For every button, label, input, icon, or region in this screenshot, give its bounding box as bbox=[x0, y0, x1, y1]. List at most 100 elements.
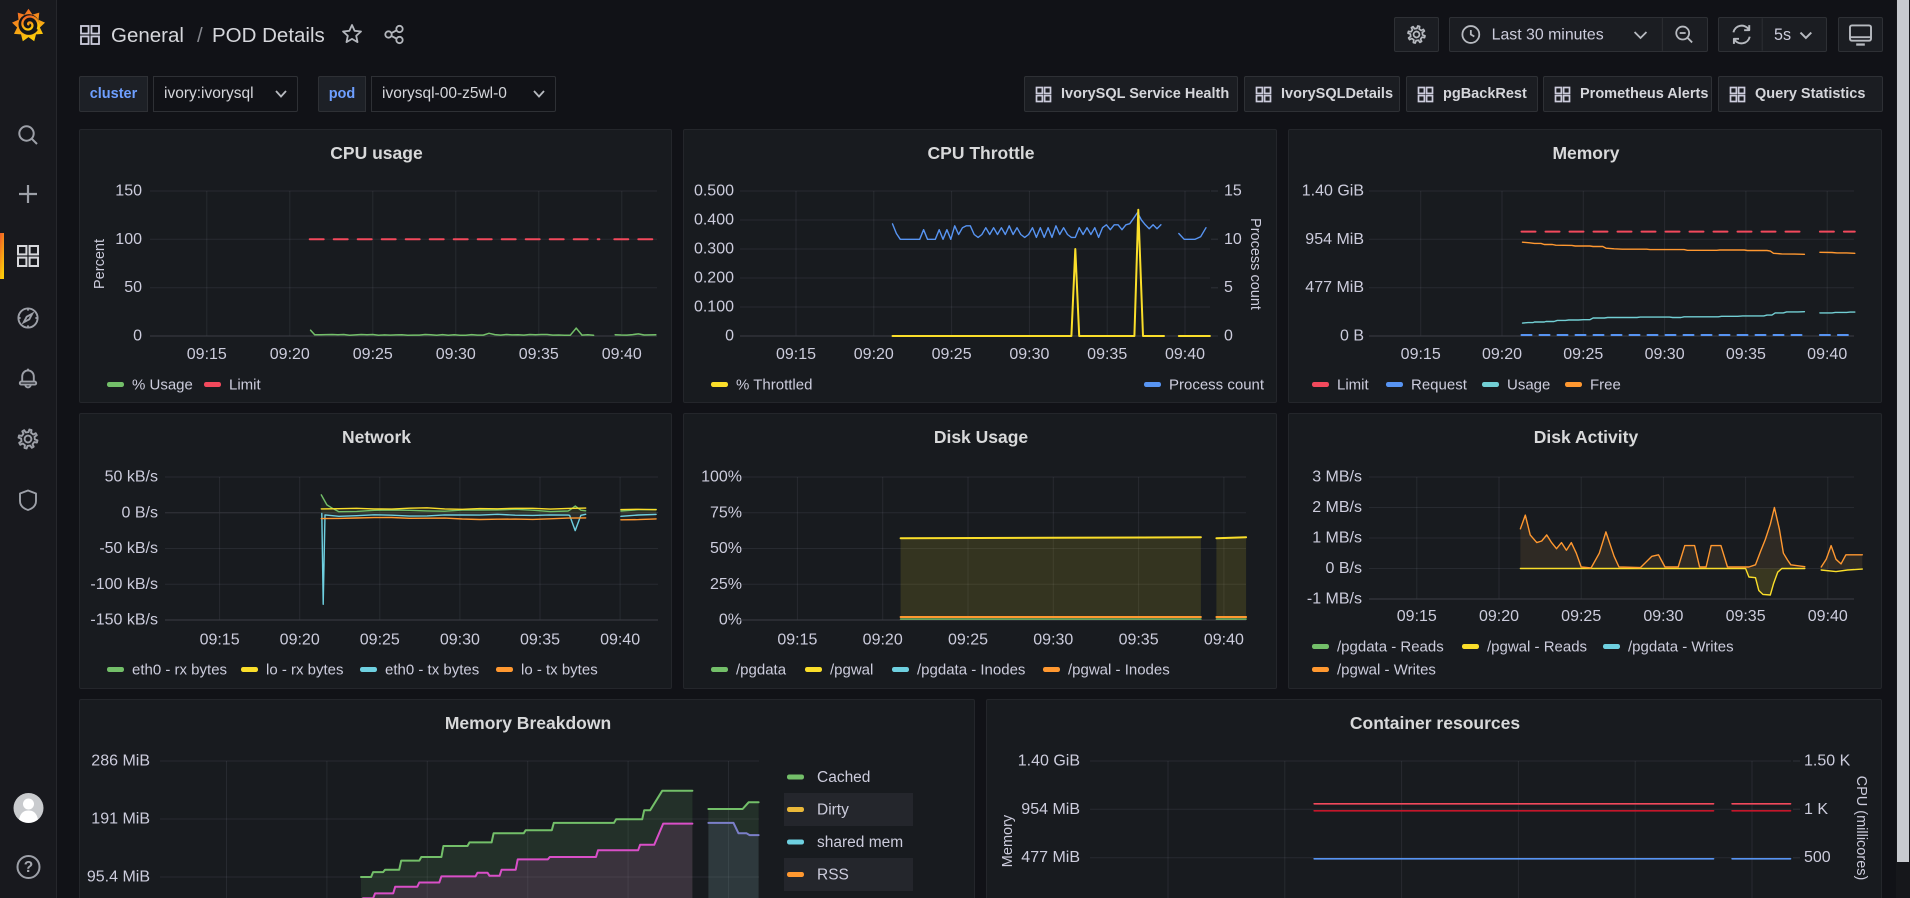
svg-text:50%: 50% bbox=[710, 540, 742, 557]
svg-text:09:20: 09:20 bbox=[863, 632, 903, 649]
svg-text:25%: 25% bbox=[710, 576, 742, 593]
svg-text:0.200: 0.200 bbox=[694, 270, 734, 287]
svg-text:Request: Request bbox=[1411, 377, 1468, 394]
svg-text:09:25: 09:25 bbox=[948, 632, 988, 649]
svg-text:09:30: 09:30 bbox=[1645, 346, 1685, 363]
svg-text:191 MiB: 191 MiB bbox=[91, 811, 150, 828]
svg-text:09:30: 09:30 bbox=[1009, 346, 1049, 363]
svg-text:1 MB/s: 1 MB/s bbox=[1312, 530, 1362, 547]
svg-text:150: 150 bbox=[115, 183, 142, 200]
svg-text:Free: Free bbox=[1590, 377, 1621, 394]
svg-text:09:20: 09:20 bbox=[270, 346, 310, 363]
svg-text:500: 500 bbox=[1804, 849, 1831, 866]
svg-text:09:40: 09:40 bbox=[1204, 632, 1244, 649]
svg-text:General: General bbox=[111, 24, 184, 47]
svg-text:50: 50 bbox=[124, 279, 142, 296]
svg-text:09:40: 09:40 bbox=[1808, 608, 1848, 625]
svg-text:09:30: 09:30 bbox=[436, 346, 476, 363]
svg-text:Percent: Percent bbox=[92, 239, 108, 289]
svg-text:shared mem: shared mem bbox=[817, 834, 903, 851]
svg-text:75%: 75% bbox=[710, 504, 742, 521]
svg-text:/pgdata - Reads: /pgdata - Reads bbox=[1337, 639, 1444, 656]
svg-text:100%: 100% bbox=[701, 469, 742, 486]
svg-text:RSS: RSS bbox=[817, 867, 849, 884]
svg-text:/pgdata - Writes: /pgdata - Writes bbox=[1628, 639, 1734, 656]
svg-text:lo - rx bytes: lo - rx bytes bbox=[266, 662, 344, 679]
svg-text:Process count: Process count bbox=[1169, 377, 1265, 394]
svg-text:Limit: Limit bbox=[229, 377, 262, 394]
svg-text:Usage: Usage bbox=[1507, 377, 1550, 394]
svg-text:954 MiB: 954 MiB bbox=[1021, 801, 1080, 818]
svg-text:477 MiB: 477 MiB bbox=[1021, 849, 1080, 866]
svg-text:0.400: 0.400 bbox=[694, 212, 734, 229]
svg-text:0: 0 bbox=[133, 328, 142, 345]
svg-text:09:40: 09:40 bbox=[1807, 346, 1847, 363]
svg-text:Memory: Memory bbox=[1000, 814, 1016, 867]
svg-text:1.50 K: 1.50 K bbox=[1804, 753, 1851, 770]
svg-text:0: 0 bbox=[725, 328, 734, 345]
svg-text:09:20: 09:20 bbox=[280, 632, 320, 649]
svg-text:477 MiB: 477 MiB bbox=[1305, 279, 1364, 296]
svg-text:POD Details: POD Details bbox=[212, 24, 325, 47]
svg-text:Disk Usage: Disk Usage bbox=[934, 427, 1029, 447]
svg-text:100: 100 bbox=[115, 231, 142, 248]
svg-text:09:30: 09:30 bbox=[1033, 632, 1073, 649]
svg-text:286 MiB: 286 MiB bbox=[91, 753, 150, 770]
svg-text:Limit: Limit bbox=[1337, 377, 1370, 394]
svg-text:09:35: 09:35 bbox=[1119, 632, 1159, 649]
svg-text:0: 0 bbox=[1224, 328, 1233, 345]
svg-text:5: 5 bbox=[1224, 279, 1233, 296]
svg-text:1.40 GiB: 1.40 GiB bbox=[1018, 753, 1080, 770]
svg-text:09:15: 09:15 bbox=[777, 632, 817, 649]
svg-text:-1 MB/s: -1 MB/s bbox=[1307, 591, 1362, 608]
svg-text:09:20: 09:20 bbox=[1479, 608, 1519, 625]
svg-text:Container resources: Container resources bbox=[1350, 713, 1520, 733]
svg-text:/pgdata: /pgdata bbox=[736, 662, 787, 679]
svg-text:/pgwal: /pgwal bbox=[830, 662, 873, 679]
svg-text:Cached: Cached bbox=[817, 769, 870, 786]
svg-text:1.40 GiB: 1.40 GiB bbox=[1302, 183, 1364, 200]
svg-text:?: ? bbox=[24, 859, 33, 876]
svg-text:09:15: 09:15 bbox=[776, 346, 816, 363]
svg-text:95.4 MiB: 95.4 MiB bbox=[87, 869, 150, 886]
svg-text:0 B/s: 0 B/s bbox=[1326, 560, 1362, 577]
svg-text:09:25: 09:25 bbox=[360, 632, 400, 649]
svg-text:3 MB/s: 3 MB/s bbox=[1312, 469, 1362, 486]
svg-text:09:30: 09:30 bbox=[440, 632, 480, 649]
svg-text:09:30: 09:30 bbox=[1643, 608, 1683, 625]
svg-text:/pgwal - Writes: /pgwal - Writes bbox=[1337, 662, 1436, 679]
svg-text:0 B: 0 B bbox=[1340, 328, 1364, 345]
svg-text:15: 15 bbox=[1224, 183, 1242, 200]
svg-text:954 MiB: 954 MiB bbox=[1305, 231, 1364, 248]
svg-text:09:25: 09:25 bbox=[353, 346, 393, 363]
svg-text:09:40: 09:40 bbox=[602, 346, 642, 363]
svg-text:1 K: 1 K bbox=[1804, 801, 1828, 818]
svg-text:0.300: 0.300 bbox=[694, 241, 734, 258]
svg-text:Memory Breakdown: Memory Breakdown bbox=[445, 713, 611, 733]
svg-text:09:25: 09:25 bbox=[1561, 608, 1601, 625]
svg-text:-150 kB/s: -150 kB/s bbox=[90, 612, 158, 629]
svg-text:0.100: 0.100 bbox=[694, 299, 734, 316]
svg-text:Dirty: Dirty bbox=[817, 802, 849, 819]
svg-text:/: / bbox=[197, 24, 203, 47]
svg-text:eth0 - tx bytes: eth0 - tx bytes bbox=[385, 662, 479, 679]
svg-text:Memory: Memory bbox=[1552, 143, 1619, 163]
svg-text:CPU usage: CPU usage bbox=[330, 143, 423, 163]
svg-text:09:35: 09:35 bbox=[1726, 608, 1766, 625]
svg-text:5s: 5s bbox=[1774, 26, 1791, 44]
svg-text:-50 kB/s: -50 kB/s bbox=[99, 540, 158, 557]
svg-text:10: 10 bbox=[1224, 231, 1242, 248]
svg-text:CPU Throttle: CPU Throttle bbox=[928, 143, 1035, 163]
svg-text:09:20: 09:20 bbox=[854, 346, 894, 363]
svg-text:09:25: 09:25 bbox=[932, 346, 972, 363]
svg-text:0.500: 0.500 bbox=[694, 183, 734, 200]
svg-text:% Throttled: % Throttled bbox=[736, 377, 812, 394]
svg-text:Network: Network bbox=[342, 427, 411, 447]
svg-text:-100 kB/s: -100 kB/s bbox=[90, 576, 158, 593]
svg-text:0%: 0% bbox=[719, 612, 742, 629]
svg-text:09:15: 09:15 bbox=[187, 346, 227, 363]
svg-text:09:40: 09:40 bbox=[1165, 346, 1205, 363]
svg-text:09:35: 09:35 bbox=[1087, 346, 1127, 363]
svg-text:09:35: 09:35 bbox=[519, 346, 559, 363]
svg-text:lo - tx bytes: lo - tx bytes bbox=[521, 662, 598, 679]
